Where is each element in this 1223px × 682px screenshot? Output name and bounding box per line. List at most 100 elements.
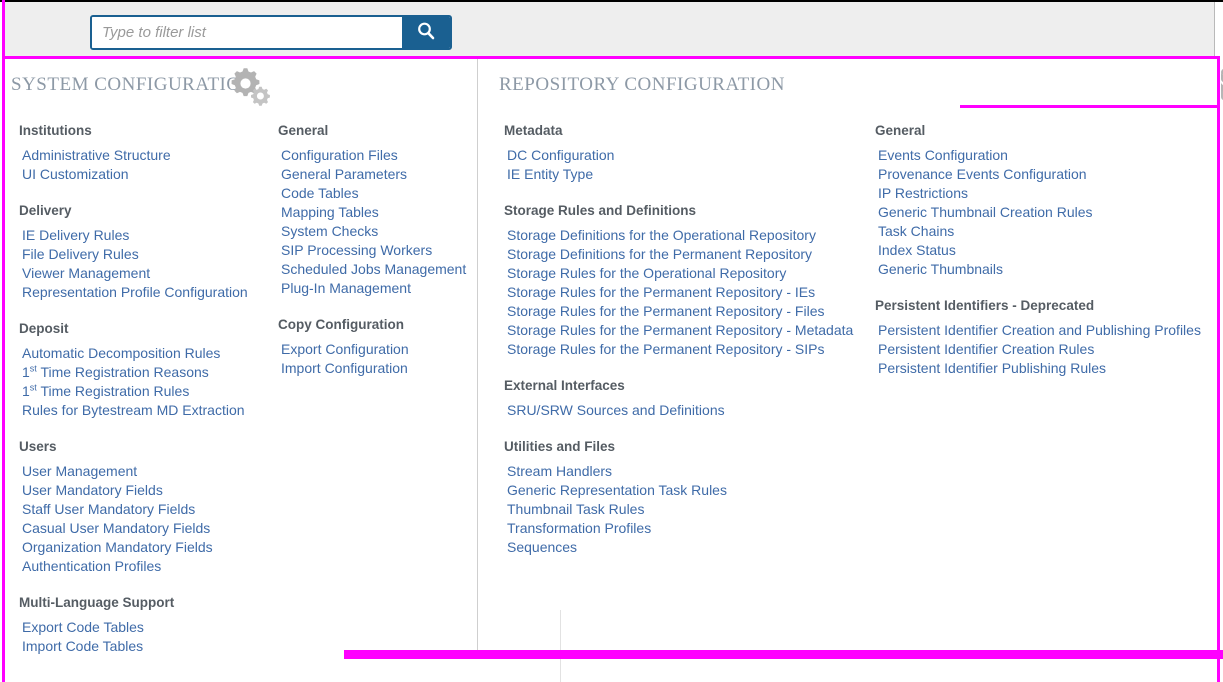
config-link[interactable]: Transformation Profiles — [507, 519, 651, 538]
config-link[interactable]: IP Restrictions — [878, 184, 968, 203]
group-metadata: Metadata DC Configuration IE Entity Type — [504, 121, 875, 184]
configuration-page: SYSTEM CONFIGURATION Institutions Admini — [0, 0, 1223, 682]
system-column-2: General Configuration Files General Para… — [277, 121, 477, 661]
config-link[interactable]: Storage Rules for the Permanent Reposito… — [507, 321, 853, 340]
config-link[interactable]: Export Code Tables — [22, 618, 144, 637]
config-link[interactable]: Sequences — [507, 538, 577, 557]
config-link[interactable]: Configuration Files — [281, 146, 398, 165]
group-title: Delivery — [19, 201, 277, 220]
group-title: Multi-Language Support — [19, 593, 277, 612]
config-link[interactable]: Import Code Tables — [22, 637, 143, 656]
list-item: Index Status — [878, 241, 1215, 260]
config-link[interactable]: Mapping Tables — [281, 203, 379, 222]
repository-column-2: General Events Configuration Provenance … — [875, 121, 1215, 562]
search-input[interactable] — [92, 17, 402, 48]
config-link[interactable]: Administrative Structure — [22, 146, 171, 165]
config-link[interactable]: DC Configuration — [507, 146, 614, 165]
list-item: Staff User Mandatory Fields — [22, 500, 277, 519]
config-link[interactable]: Automatic Decomposition Rules — [22, 344, 220, 363]
annotation-rule-header — [2, 56, 1220, 59]
panel-title-system: SYSTEM CONFIGURATION — [11, 74, 255, 96]
config-link[interactable]: SRU/SRW Sources and Definitions — [507, 401, 725, 420]
list-item: IE Delivery Rules — [22, 226, 277, 245]
config-link[interactable]: Events Configuration — [878, 146, 1008, 165]
config-link[interactable]: Storage Rules for the Permanent Reposito… — [507, 302, 824, 321]
list-item: Generic Representation Task Rules — [507, 481, 875, 500]
list-item: UI Customization — [22, 165, 277, 184]
config-link[interactable]: Thumbnail Task Rules — [507, 500, 644, 519]
config-link[interactable]: Storage Definitions for the Operational … — [507, 226, 816, 245]
config-link[interactable]: SIP Processing Workers — [281, 241, 432, 260]
config-link[interactable]: 1st Time Registration Reasons — [22, 363, 209, 382]
config-link[interactable]: File Delivery Rules — [22, 245, 139, 264]
list-item: Transformation Profiles — [507, 519, 875, 538]
link-list: Stream Handlers Generic Representation T… — [504, 462, 875, 557]
gears-icon — [225, 65, 273, 114]
list-item: Import Code Tables — [22, 637, 277, 656]
config-link[interactable]: Storage Rules for the Permanent Reposito… — [507, 340, 824, 359]
config-link[interactable]: Organization Mandatory Fields — [22, 538, 213, 557]
list-item: 1st Time Registration Reasons — [22, 363, 277, 382]
list-item: Storage Definitions for the Permanent Re… — [507, 245, 875, 264]
list-item: Export Code Tables — [22, 618, 277, 637]
config-link[interactable]: General Parameters — [281, 165, 407, 184]
config-link[interactable]: Representation Profile Configuration — [22, 283, 248, 302]
group-title: Institutions — [19, 121, 277, 140]
list-item: Storage Rules for the Permanent Reposito… — [507, 283, 875, 302]
config-link[interactable]: Staff User Mandatory Fields — [22, 500, 195, 519]
link-list: Export Code Tables Import Code Tables — [19, 618, 277, 656]
config-link[interactable]: Stream Handlers — [507, 462, 612, 481]
list-item: Task Chains — [878, 222, 1215, 241]
config-link[interactable]: Rules for Bytestream MD Extraction — [22, 401, 245, 420]
group-title: Storage Rules and Definitions — [504, 201, 875, 220]
config-link[interactable]: Index Status — [878, 241, 956, 260]
list-item: Scheduled Jobs Management — [281, 260, 477, 279]
config-link[interactable]: Storage Rules for the Operational Reposi… — [507, 264, 786, 283]
list-item: Storage Definitions for the Operational … — [507, 226, 875, 245]
search-button[interactable] — [402, 17, 450, 48]
group-external-interfaces: External Interfaces SRU/SRW Sources and … — [504, 376, 875, 420]
config-link[interactable]: Scheduled Jobs Management — [281, 260, 466, 279]
list-item: User Management — [22, 462, 277, 481]
config-link[interactable]: Import Configuration — [281, 359, 408, 378]
link-list: Export Configuration Import Configuratio… — [278, 340, 477, 378]
group-delivery: Delivery IE Delivery Rules File Delivery… — [19, 201, 277, 302]
config-link[interactable]: Provenance Events Configuration — [878, 165, 1087, 184]
annotation-rule-right — [960, 105, 1219, 108]
config-link[interactable]: Viewer Management — [22, 264, 150, 283]
system-columns: Institutions Administrative Structure UI… — [5, 121, 478, 661]
config-link[interactable]: Casual User Mandatory Fields — [22, 519, 210, 538]
config-link[interactable]: IE Delivery Rules — [22, 226, 129, 245]
list-item: IP Restrictions — [878, 184, 1215, 203]
config-link[interactable]: 1st Time Registration Rules — [22, 382, 189, 401]
config-link[interactable]: Persistent Identifier Publishing Rules — [878, 359, 1106, 378]
config-link[interactable]: User Management — [22, 462, 137, 481]
config-link[interactable]: Plug-In Management — [281, 279, 411, 298]
config-link[interactable]: Task Chains — [878, 222, 954, 241]
list-item: Persistent Identifier Creation and Publi… — [878, 321, 1215, 340]
config-link[interactable]: Generic Thumbnail Creation Rules — [878, 203, 1093, 222]
config-link[interactable]: Generic Thumbnails — [878, 260, 1003, 279]
group-storage-rules-and-definitions: Storage Rules and Definitions Storage De… — [504, 201, 875, 359]
config-link[interactable]: Storage Rules for the Permanent Reposito… — [507, 283, 815, 302]
config-link[interactable]: Generic Representation Task Rules — [507, 481, 727, 500]
config-link[interactable]: User Mandatory Fields — [22, 481, 163, 500]
list-item: System Checks — [281, 222, 477, 241]
config-link[interactable]: Authentication Profiles — [22, 557, 161, 576]
list-item: Code Tables — [281, 184, 477, 203]
link-list: Persistent Identifier Creation and Publi… — [875, 321, 1215, 378]
list-item: Sequences — [507, 538, 875, 557]
config-link[interactable]: UI Customization — [22, 165, 129, 184]
config-link[interactable]: Persistent Identifier Creation and Publi… — [878, 321, 1201, 340]
link-list: Storage Definitions for the Operational … — [504, 226, 875, 359]
config-link[interactable]: Code Tables — [281, 184, 359, 203]
config-link[interactable]: System Checks — [281, 222, 378, 241]
config-link[interactable]: IE Entity Type — [507, 165, 593, 184]
group-title: Users — [19, 437, 277, 456]
config-link[interactable]: Storage Definitions for the Permanent Re… — [507, 245, 812, 264]
list-item: Viewer Management — [22, 264, 277, 283]
filter-search-box[interactable] — [90, 15, 452, 50]
config-link[interactable]: Export Configuration — [281, 340, 409, 359]
config-link[interactable]: Persistent Identifier Creation Rules — [878, 340, 1094, 359]
column-divider — [560, 610, 561, 682]
